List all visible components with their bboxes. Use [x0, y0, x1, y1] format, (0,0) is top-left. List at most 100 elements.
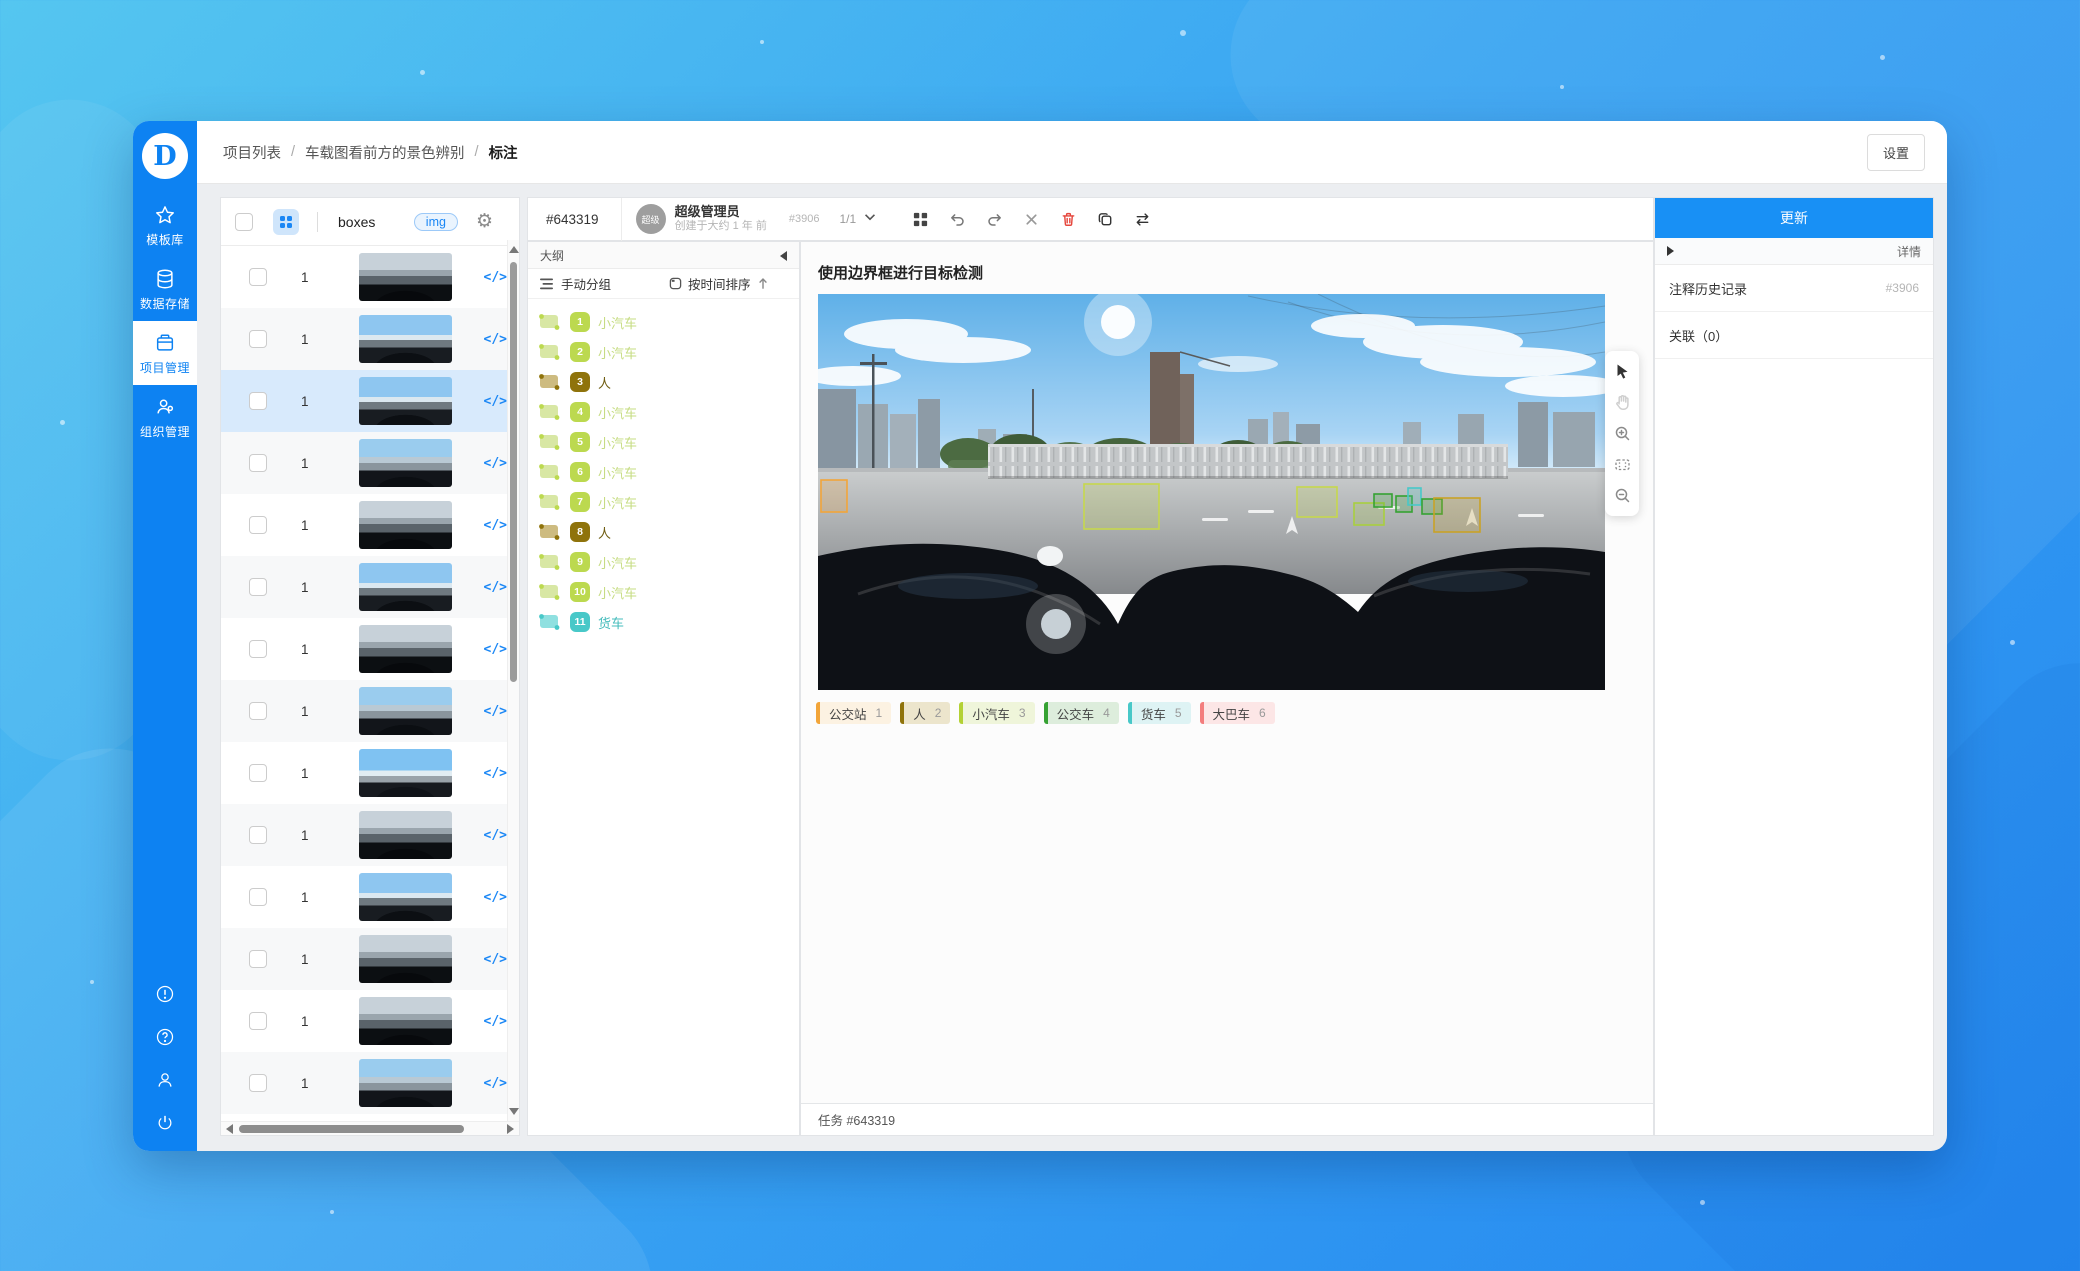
avatar[interactable]: 超级: [636, 204, 666, 234]
code-icon[interactable]: </>: [484, 1076, 507, 1091]
code-icon[interactable]: </>: [484, 456, 507, 471]
transfer-button[interactable]: [1130, 207, 1154, 231]
row-thumbnail[interactable]: [359, 997, 452, 1045]
label-tag[interactable]: 公交站 1: [816, 702, 891, 724]
row-checkbox[interactable]: [249, 826, 267, 844]
horizontal-scroll-thumb[interactable]: [239, 1125, 464, 1133]
code-icon[interactable]: </>: [484, 952, 507, 967]
duplicate-button[interactable]: [1093, 207, 1117, 231]
row-checkbox[interactable]: [249, 516, 267, 534]
file-row[interactable]: 1 </>: [221, 432, 507, 494]
file-row[interactable]: 1 </>: [221, 556, 507, 618]
select-tool-button[interactable]: [1607, 356, 1637, 387]
pan-tool-button[interactable]: [1607, 387, 1637, 418]
bounding-box[interactable]: [821, 480, 847, 512]
relations-row[interactable]: 关联（0）: [1655, 312, 1933, 359]
code-icon[interactable]: </>: [484, 890, 507, 905]
outline-item[interactable]: 11 货车: [538, 607, 799, 637]
row-thumbnail[interactable]: [359, 439, 452, 487]
row-checkbox[interactable]: [249, 392, 267, 410]
code-icon[interactable]: </>: [484, 828, 507, 843]
file-row[interactable]: 1 </>: [221, 308, 507, 370]
row-thumbnail[interactable]: [359, 625, 452, 673]
code-icon[interactable]: </>: [484, 394, 507, 409]
annotation-image[interactable]: [818, 294, 1605, 690]
delete-button[interactable]: [1056, 207, 1080, 231]
row-thumbnail[interactable]: [359, 563, 452, 611]
zoom-in-button[interactable]: [1607, 418, 1637, 449]
zoom-out-button[interactable]: [1607, 480, 1637, 511]
info-icon[interactable]: [155, 984, 175, 1004]
file-row[interactable]: 1 </>: [221, 1052, 507, 1114]
file-row[interactable]: 1 </>: [221, 370, 507, 432]
row-checkbox[interactable]: [249, 764, 267, 782]
scroll-left-arrow[interactable]: [226, 1124, 233, 1134]
label-tag[interactable]: 小汽车 3: [959, 702, 1034, 724]
collapse-panel-button[interactable]: [775, 249, 787, 261]
sidebar-item-organization[interactable]: 组织管理: [133, 385, 197, 449]
file-row[interactable]: 1 </>: [221, 680, 507, 742]
horizontal-scrollbar[interactable]: [221, 1121, 519, 1135]
outline-item[interactable]: 6 小汽车: [538, 457, 799, 487]
file-row[interactable]: 1 </>: [221, 1114, 507, 1121]
sort-asc-icon[interactable]: [757, 277, 769, 290]
file-row[interactable]: 1 </>: [221, 804, 507, 866]
bounding-box[interactable]: [1374, 494, 1392, 507]
sidebar-item-project-management[interactable]: 项目管理: [133, 321, 197, 385]
bounding-box[interactable]: [1297, 487, 1337, 517]
vertical-scroll-thumb[interactable]: [510, 262, 517, 682]
code-icon[interactable]: </>: [484, 642, 507, 657]
scroll-up-arrow[interactable]: [509, 246, 519, 253]
outline-item[interactable]: 2 小汽车: [538, 337, 799, 367]
row-checkbox[interactable]: [249, 1012, 267, 1030]
row-thumbnail[interactable]: [359, 1059, 452, 1107]
outline-item[interactable]: 9 小汽车: [538, 547, 799, 577]
row-thumbnail[interactable]: [359, 377, 452, 425]
sort-mode-button[interactable]: 按时间排序: [669, 274, 769, 293]
file-row[interactable]: 1 </>: [221, 494, 507, 556]
fit-screen-button[interactable]: [1607, 449, 1637, 480]
bounding-box[interactable]: [1084, 484, 1159, 529]
row-checkbox[interactable]: [249, 702, 267, 720]
select-all-checkbox[interactable]: [235, 213, 253, 231]
row-thumbnail[interactable]: [359, 935, 452, 983]
grid-view-button[interactable]: [273, 209, 299, 235]
bounding-box[interactable]: [1434, 498, 1480, 532]
row-thumbnail[interactable]: [359, 501, 452, 549]
view-all-button[interactable]: [908, 207, 932, 231]
user-icon[interactable]: [155, 1070, 175, 1090]
label-tag[interactable]: 大巴车 6: [1200, 702, 1275, 724]
row-thumbnail[interactable]: [359, 687, 452, 735]
gear-icon[interactable]: ⚙: [476, 212, 493, 231]
vertical-scrollbar[interactable]: [507, 240, 519, 1121]
scroll-down-arrow[interactable]: [509, 1108, 519, 1115]
row-checkbox[interactable]: [249, 578, 267, 596]
outline-item[interactable]: 7 小汽车: [538, 487, 799, 517]
file-row[interactable]: 1 </>: [221, 618, 507, 680]
expand-details-button[interactable]: [1667, 246, 1674, 256]
app-logo[interactable]: D: [142, 133, 188, 179]
undo-button[interactable]: [945, 207, 969, 231]
row-thumbnail[interactable]: [359, 315, 452, 363]
type-badge[interactable]: img: [414, 213, 458, 231]
update-button[interactable]: 更新: [1655, 198, 1933, 238]
breadcrumb-item[interactable]: 车载图看前方的景色辨别: [305, 142, 465, 163]
outline-item[interactable]: 8 人: [538, 517, 799, 547]
code-icon[interactable]: </>: [484, 704, 507, 719]
sidebar-item-template-library[interactable]: 模板库: [133, 193, 197, 257]
code-icon[interactable]: </>: [484, 580, 507, 595]
label-tag[interactable]: 人 2: [900, 702, 950, 724]
scroll-right-arrow[interactable]: [507, 1124, 514, 1134]
row-checkbox[interactable]: [249, 888, 267, 906]
row-checkbox[interactable]: [249, 950, 267, 968]
file-row[interactable]: 1 </>: [221, 246, 507, 308]
code-icon[interactable]: </>: [484, 518, 507, 533]
annotations-dropdown[interactable]: [862, 209, 878, 230]
annotation-history-row[interactable]: 注释历史记录 #3906: [1655, 265, 1933, 312]
settings-button[interactable]: 设置: [1867, 134, 1925, 171]
breadcrumb-item[interactable]: 项目列表: [223, 142, 281, 163]
code-icon[interactable]: </>: [484, 1014, 507, 1029]
row-thumbnail[interactable]: [359, 811, 452, 859]
group-mode-button[interactable]: 手动分组: [540, 274, 611, 293]
outline-item[interactable]: 1 小汽车: [538, 307, 799, 337]
